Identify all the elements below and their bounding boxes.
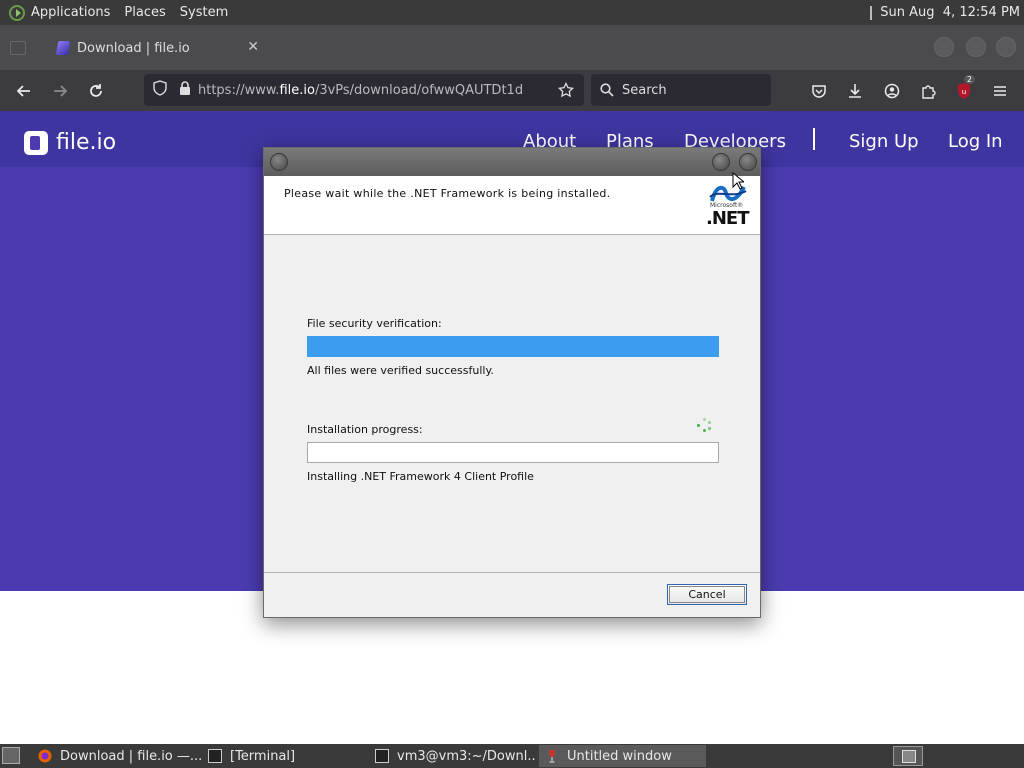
dialog-menu-button[interactable] — [270, 153, 288, 171]
account-icon[interactable] — [879, 78, 905, 104]
wine-glass-icon — [549, 750, 555, 763]
show-desktop-icon[interactable] — [2, 747, 20, 764]
applications-logo-icon[interactable] — [9, 4, 25, 21]
shield-icon[interactable] — [152, 80, 168, 100]
hamburger-menu-icon[interactable] — [987, 78, 1013, 104]
taskbar-item-vm3-terminal[interactable]: vm3@vm3:~/Downl... — [369, 745, 537, 767]
verification-status: All files were verified successfully. — [307, 364, 494, 377]
lock-icon[interactable] — [178, 80, 192, 100]
verification-label: File security verification: — [307, 317, 442, 330]
site-brand[interactable]: file.io — [24, 130, 116, 155]
window-icon — [208, 749, 222, 763]
bottom-taskbar: Download | file.io —... [Terminal] vm3@v… — [0, 744, 1024, 768]
verification-progress-fill — [308, 337, 718, 356]
reload-icon[interactable] — [83, 78, 109, 104]
ublock-count-badge: 2 — [963, 75, 975, 84]
firefox-icon — [38, 749, 52, 763]
install-message: Please wait while the .NET Framework is … — [284, 187, 611, 200]
dialog-close-button[interactable] — [739, 153, 757, 171]
taskbar-item-label: vm3@vm3:~/Downl... — [397, 748, 537, 764]
taskbar-item-label: Untitled window — [567, 748, 672, 764]
tab-close-icon[interactable]: ✕ — [247, 39, 259, 55]
downloads-icon[interactable] — [842, 78, 868, 104]
search-placeholder: Search — [622, 82, 667, 98]
clock[interactable]: Sun Aug 4, 12:54 PM — [880, 5, 1020, 20]
url-text[interactable]: https://www.file.io/3vPs/download/ofwwQA… — [198, 83, 523, 98]
nav-sign-up[interactable]: Sign Up — [849, 131, 919, 152]
forward-arrow-icon[interactable] — [47, 78, 73, 104]
nav-log-in[interactable]: Log In — [948, 131, 1003, 152]
close-window-button[interactable] — [996, 37, 1016, 57]
menu-places[interactable]: Places — [124, 5, 165, 20]
browser-navbar: https://www.file.io/3vPs/download/ofwwQA… — [0, 70, 1024, 111]
dialog-titlebar[interactable] — [264, 148, 760, 176]
dialog-minimize-button[interactable] — [712, 153, 730, 171]
search-bar[interactable]: Search — [591, 74, 771, 106]
brand-name: file.io — [56, 130, 117, 155]
verification-progress-bar — [307, 336, 719, 357]
system-top-panel: Applications Places System Sun Aug 4, 12… — [0, 0, 1024, 25]
dotnet-logo-text: .NET — [706, 208, 749, 229]
workspace-switcher[interactable] — [893, 746, 923, 766]
menu-system[interactable]: System — [180, 5, 228, 20]
tab-overview-icon[interactable] — [10, 41, 26, 55]
svg-text:u: u — [962, 88, 966, 96]
fileio-favicon-icon — [55, 41, 71, 55]
fileio-logo-icon — [24, 130, 48, 155]
bookmark-star-icon[interactable] — [557, 81, 575, 102]
dialog-footer-divider — [264, 572, 760, 573]
panel-separator — [870, 5, 873, 20]
taskbar-item-label: [Terminal] — [230, 748, 296, 764]
taskbar-item-terminal[interactable]: [Terminal] — [202, 745, 366, 767]
pocket-icon[interactable] — [806, 78, 832, 104]
browser-tabbar: Download | file.io ✕ — [0, 25, 1024, 70]
search-icon — [600, 83, 614, 97]
minimize-window-button[interactable] — [934, 37, 954, 57]
install-status: Installing .NET Framework 4 Client Profi… — [307, 470, 534, 483]
net-installer-dialog: Please wait while the .NET Framework is … — [263, 147, 761, 618]
install-progress-bar — [307, 442, 719, 463]
nav-divider — [813, 128, 815, 150]
taskbar-item-firefox[interactable]: Download | file.io —... — [32, 745, 202, 767]
tab-download-fileio[interactable]: Download | file.io ✕ — [45, 31, 267, 65]
tab-title: Download | file.io — [77, 40, 190, 56]
ublock-origin-icon[interactable]: u 2 — [951, 75, 977, 104]
loading-spinner-icon — [697, 418, 711, 432]
maximize-window-button[interactable] — [966, 37, 986, 57]
cancel-button[interactable]: Cancel — [667, 584, 747, 605]
url-bar[interactable]: https://www.file.io/3vPs/download/ofwwQA… — [144, 74, 584, 106]
taskbar-item-label: Download | file.io —... — [60, 748, 202, 764]
extensions-puzzle-icon[interactable] — [915, 78, 941, 104]
menu-applications[interactable]: Applications — [31, 5, 110, 20]
dialog-header: Please wait while the .NET Framework is … — [264, 176, 760, 235]
taskbar-item-untitled-window[interactable]: Untitled window — [539, 745, 706, 767]
terminal-icon — [375, 749, 389, 763]
install-progress-label: Installation progress: — [307, 423, 423, 436]
back-arrow-icon[interactable] — [11, 78, 37, 104]
